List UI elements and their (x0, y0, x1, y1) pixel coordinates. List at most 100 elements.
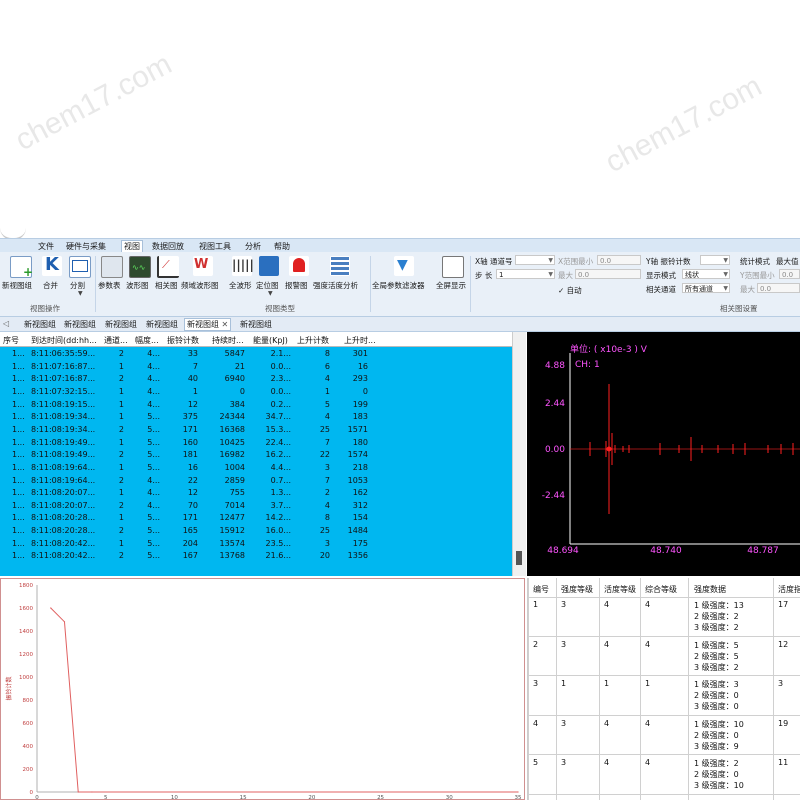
param-table-button[interactable]: 参数表 (98, 280, 121, 291)
table-column-header[interactable]: 振铃计数 (167, 335, 199, 346)
waveform-icon[interactable]: ∿∿ (129, 256, 151, 278)
menu-file[interactable]: 文件 (38, 241, 54, 252)
table-column-header[interactable]: 幅度... (135, 335, 159, 346)
table-row[interactable]: 1... 8:11:08:20:42... 1 5... 204 13574 23.5...… (0, 538, 512, 551)
freq-wave-icon[interactable]: W (193, 256, 213, 276)
split-icon[interactable] (69, 256, 91, 278)
menu-help[interactable]: 帮助 (274, 241, 290, 252)
tab-view-group-2[interactable]: 新视图组 (64, 319, 96, 330)
stats-column-header[interactable]: 活度指 (778, 584, 800, 595)
table-row[interactable]: 1... 8:11:08:20:42... 2 5... 167 13768 21.6...… (0, 550, 512, 563)
table-row[interactable]: 1... 8:11:07:32:15... 1 4... 1 0 0.0... 1 0 (0, 386, 512, 399)
table-cell: 1 (118, 412, 124, 422)
merge-button[interactable]: 合并 (43, 280, 58, 291)
table-cell: 8:11:08:19:64... (31, 462, 96, 472)
stats-column-header[interactable]: 强度数据 (694, 584, 726, 595)
split-dropdown-icon[interactable]: ▼ (78, 290, 83, 297)
table-row[interactable]: 1... 8:11:08:20:28... 2 5... 165 15912 16.0...… (0, 525, 512, 538)
auto-checkbox[interactable]: ✓ 自动 (558, 285, 582, 296)
table-cell: 22 (319, 450, 330, 460)
alarm-button[interactable]: 报警图 (285, 280, 308, 291)
menu-view-tools[interactable]: 视图工具 (199, 241, 231, 252)
full-wave-button[interactable]: 全波形 (229, 280, 252, 291)
y-axis-label: Y轴 振铃计数 (646, 257, 691, 266)
table-row[interactable]: 1... 8:11:08:19:34... 1 5... 375 24344 34.7...… (0, 411, 512, 424)
y-range-min-input[interactable]: 0.0 (779, 269, 800, 279)
locate-dropdown-icon[interactable]: ▼ (268, 290, 273, 297)
table-row[interactable]: 1... 8:11:08:19:34... 2 5... 171 16368 15.3...… (0, 424, 512, 437)
tab-view-group-5[interactable]: 新视图组 ✕ (184, 318, 232, 331)
related-channel-select[interactable]: 所有通道 ▼ (682, 283, 730, 293)
close-icon[interactable]: ✕ (222, 320, 229, 329)
table-column-header[interactable]: 持续时... (212, 335, 244, 346)
table-cell: 5 (324, 399, 330, 409)
stats-column-header[interactable]: 强度等级 (561, 584, 593, 595)
table-row[interactable]: 1... 8:11:08:19:49... 2 5... 181 16982 16.2...… (0, 449, 512, 462)
table-row[interactable]: 1... 8:11:08:19:64... 2 4... 22 2859 0.7... 7 10… (0, 475, 512, 488)
y-range-max-input[interactable]: 0.0 (757, 283, 800, 293)
table-row[interactable]: 1... 8:11:08:20:07... 1 4... 12 755 1.3... 2 162 (0, 487, 512, 500)
table-row[interactable]: 1... 8:11:07:16:87... 2 4... 40 6940 2.3... 4 29… (0, 373, 512, 386)
table-column-header[interactable]: 通道... (104, 335, 128, 346)
table-row[interactable]: 1... 8:11:08:19:15... 1 4... 12 384 0.2... 5 199 (0, 399, 512, 412)
menu-playback[interactable]: 数据回放 (152, 241, 184, 252)
fullscreen-button[interactable]: 全屏显示 (436, 280, 466, 291)
table-row[interactable]: 1... 8:11:08:19:64... 1 5... 16 1004 4.4... 3 21… (0, 462, 512, 475)
table-cell: 8:11:08:19:34... (31, 412, 96, 422)
global-filter-button[interactable]: 全局参数滤波器 (372, 280, 425, 291)
param-table-icon[interactable] (101, 256, 123, 278)
stats-intensity-data: 3 级强度：2 (694, 662, 739, 672)
table-cell: 2 (118, 526, 124, 536)
table-column-header[interactable]: 上升计数 (297, 335, 329, 346)
freq-wave-button[interactable]: 频域波形图 (181, 280, 219, 291)
full-wave-icon[interactable]: ||||| (232, 256, 254, 276)
table-column-header[interactable]: 上升时... (344, 335, 376, 346)
stats-column-header[interactable]: 综合等级 (645, 584, 677, 595)
correlation-button[interactable]: 相关图 (155, 280, 178, 291)
locate-icon[interactable] (259, 256, 279, 276)
new-view-group-icon[interactable]: + (10, 256, 33, 279)
filter-icon[interactable]: ▼ (394, 256, 414, 276)
stat-mode-value[interactable]: 最大值 (776, 256, 799, 267)
menu-analysis[interactable]: 分析 (245, 241, 261, 252)
table-row[interactable]: 1... 8:11:06:35:59... 2 4... 33 5847 2.1... 8 30… (0, 348, 512, 361)
tab-view-group-6[interactable]: 新视图组 (240, 319, 272, 330)
stats-column-divider (528, 578, 529, 800)
x-range-min-input[interactable]: 0.0 (597, 255, 641, 265)
alarm-icon[interactable] (289, 256, 309, 276)
scrollbar-thumb[interactable] (516, 551, 522, 565)
table-scrollbar[interactable] (512, 332, 526, 576)
fullscreen-icon[interactable] (442, 256, 464, 278)
intensity-icon[interactable] (330, 256, 350, 276)
tabs-scroll-left-icon[interactable]: ◁ (3, 319, 9, 328)
table-row[interactable]: 1... 8:11:08:20:07... 2 4... 70 7014 3.7... 4 31… (0, 500, 512, 513)
tab-view-group-1[interactable]: 新视图组 (24, 319, 56, 330)
table-row[interactable]: 1... 8:11:08:19:49... 1 5... 160 10425 22.4...… (0, 437, 512, 450)
tab-view-group-4[interactable]: 新视图组 (146, 319, 178, 330)
merge-icon[interactable]: K (42, 254, 62, 276)
x-channel-select[interactable]: ▼ (515, 255, 555, 265)
tab-view-group-3[interactable]: 新视图组 (105, 319, 137, 330)
x-range-max-input[interactable]: 0.0 (575, 269, 641, 279)
correlation-icon[interactable]: ⟋ (157, 256, 179, 278)
table-cell: 1... (12, 399, 25, 409)
table-column-header[interactable]: 到达时间(dd:hh... (31, 335, 97, 346)
stats-column-header[interactable]: 编号 (533, 584, 549, 595)
table-row[interactable]: 1... 8:11:08:20:28... 1 5... 171 12477 14.2...… (0, 512, 512, 525)
table-cell: 8:11:08:20:28... (31, 526, 96, 536)
table-column-header[interactable]: 能量(KpJ) (253, 335, 288, 346)
related-channel-value: 所有通道 (685, 285, 713, 293)
new-view-group-button[interactable]: 新视图组 (2, 280, 32, 291)
display-mode-select[interactable]: 线状 ▼ (682, 269, 730, 279)
stats-cell: 12 (778, 639, 789, 649)
table-column-header[interactable]: 序号 (3, 335, 19, 346)
menu-hardware[interactable]: 硬件与采集 (66, 241, 106, 252)
waveform-button[interactable]: 波形图 (126, 280, 149, 291)
stats-column-header[interactable]: 活度等级 (604, 584, 636, 595)
table-row[interactable]: 1... 8:11:07:16:87... 1 4... 7 21 0.0... 6 16 (0, 361, 512, 374)
table-cell: 8:11:08:20:28... (31, 513, 96, 523)
menu-view[interactable]: 视图 (121, 240, 143, 252)
intensity-activity-button[interactable]: 强度活度分析 (313, 280, 358, 291)
step-select[interactable]: 1 ▼ (496, 269, 555, 279)
y-axis-select[interactable]: ▼ (700, 255, 730, 265)
